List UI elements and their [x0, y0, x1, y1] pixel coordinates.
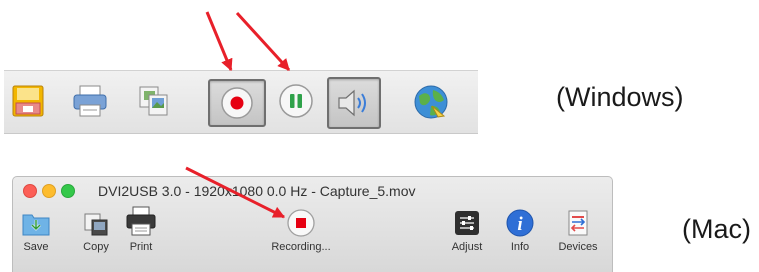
copy-button[interactable]: Copy: [77, 208, 115, 253]
pause-icon: [279, 84, 313, 118]
speaker-icon: [338, 89, 366, 117]
window-title: DVI2USB 3.0 - 1920x1080 0.0 Hz - Capture…: [98, 183, 416, 199]
copy-icon: [139, 86, 168, 116]
printer-icon: [126, 206, 156, 236]
print-button[interactable]: Print: [120, 204, 162, 253]
folder-icon: [22, 214, 50, 236]
windows-label: (Windows): [556, 82, 684, 112]
info-button[interactable]: i Info: [501, 208, 539, 253]
save-button[interactable]: [8, 81, 48, 121]
mac-label: (Mac): [682, 214, 751, 244]
devices-label: Devices: [558, 241, 598, 253]
copy-icon: [84, 213, 108, 236]
zoom-window-button[interactable]: [61, 184, 75, 198]
globe-icon: [414, 85, 448, 119]
record-button[interactable]: [208, 79, 266, 127]
copy-label: Copy: [83, 241, 109, 253]
adjust-button[interactable]: Adjust: [442, 208, 492, 253]
devices-icon: [568, 210, 588, 236]
record-button[interactable]: Recording...: [259, 208, 343, 253]
print-label: Print: [129, 241, 153, 253]
sliders-icon: [455, 211, 479, 235]
info-icon: i: [506, 209, 534, 237]
audio-button[interactable]: [327, 77, 381, 129]
pause-button[interactable]: [274, 79, 318, 123]
recording-label: Recording...: [271, 241, 331, 253]
devices-button[interactable]: Devices: [551, 208, 605, 253]
minimize-window-button[interactable]: [42, 184, 56, 198]
save-icon: [12, 85, 44, 117]
record-icon: [221, 87, 253, 119]
copy-button[interactable]: [134, 81, 174, 121]
print-icon: [73, 85, 107, 117]
globe-button[interactable]: [408, 79, 454, 125]
close-window-button[interactable]: [23, 184, 37, 198]
print-button[interactable]: [70, 81, 110, 121]
adjust-label: Adjust: [451, 241, 483, 253]
save-button[interactable]: Save: [17, 208, 55, 253]
arrow-to-pause: [235, 11, 291, 72]
arrow-to-record: [205, 11, 233, 72]
svg-text:i: i: [517, 214, 523, 235]
info-label: Info: [510, 241, 530, 253]
windows-toolbar: [4, 70, 478, 134]
record-stop-icon: [287, 209, 315, 237]
mac-window: DVI2USB 3.0 - 1920x1080 0.0 Hz - Capture…: [12, 176, 613, 272]
save-label: Save: [23, 241, 49, 253]
